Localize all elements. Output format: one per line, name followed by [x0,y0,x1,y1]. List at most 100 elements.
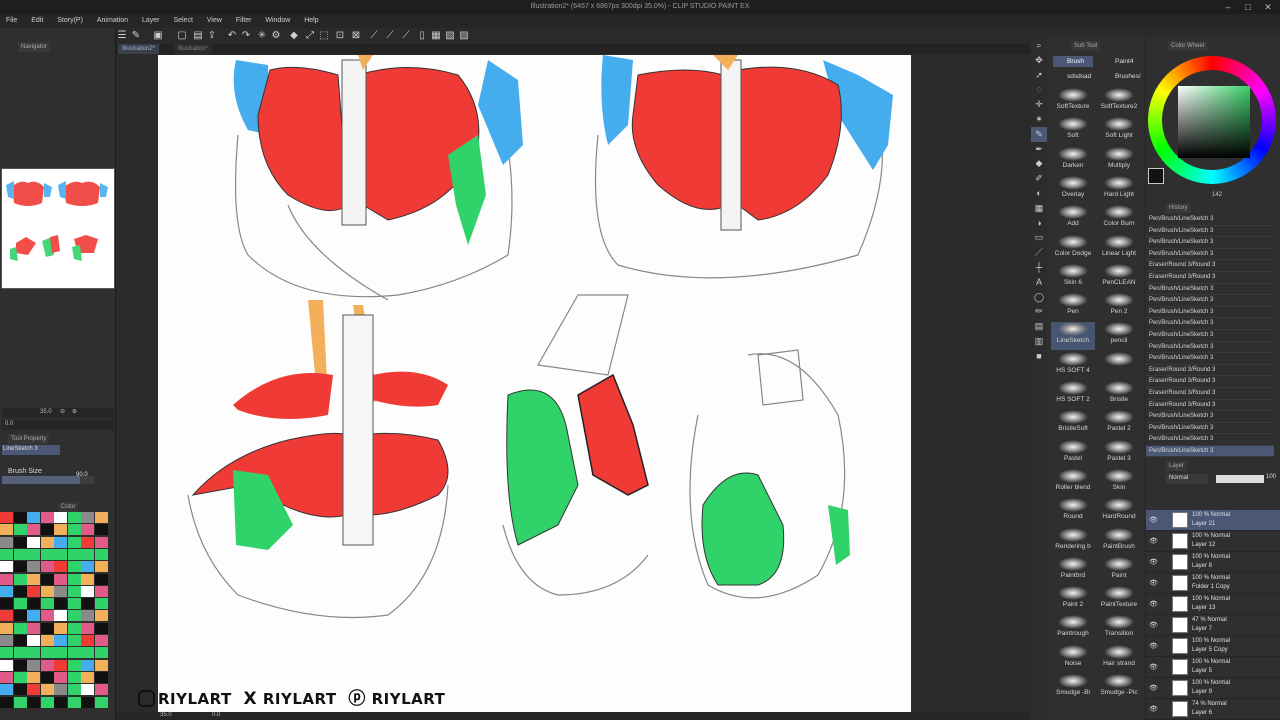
maximize-button[interactable]: □ [1242,1,1254,13]
brush-item[interactable]: Pastel 2 [1097,410,1141,438]
eye-icon[interactable]: 👁 [1149,537,1158,545]
menu-animation[interactable]: Animation [91,14,134,27]
color-set-swatches[interactable] [0,512,110,712]
brush-item[interactable]: PaintTexture [1097,586,1141,614]
layer-row[interactable]: 👁 47 % Normal Layer 7 [1146,615,1280,636]
grid-icon[interactable]: ▦ [430,30,442,42]
color-swatch[interactable] [40,635,54,646]
color-swatch[interactable] [40,536,54,548]
history-item[interactable]: Pen/Brush/LineSketch 3 [1146,341,1274,354]
color-swatch[interactable] [94,524,108,536]
color-swatch[interactable] [13,635,27,646]
brush-item[interactable]: Soft Light [1097,117,1141,145]
color-swatch[interactable] [94,684,108,696]
color-swatch[interactable] [81,659,94,671]
color-swatch[interactable] [67,598,81,610]
color-swatch[interactable] [67,671,81,683]
color-swatch[interactable] [0,585,13,597]
color-swatch[interactable] [54,610,67,622]
brush-item[interactable] [1097,351,1141,380]
saturation-value-square[interactable] [1178,86,1250,158]
color-swatch[interactable] [94,635,108,646]
color-swatch[interactable] [94,548,108,560]
history-item[interactable]: Pen/Brush/LineSketch 3 [1146,422,1274,435]
color-swatch[interactable] [13,647,27,659]
color-swatch[interactable] [13,585,27,597]
fill-icon[interactable]: ◆ [288,30,300,42]
pen-tool-icon[interactable]: ✎ [130,30,142,42]
color-swatch[interactable] [54,598,67,610]
history-item[interactable]: Eraser/Round 3/Round 3 [1146,387,1274,400]
brush-item[interactable]: SoftTexture2 [1097,88,1141,116]
color-swatch[interactable] [67,585,81,597]
brush-item[interactable]: Add [1051,205,1095,233]
brush-item[interactable]: Color Burn [1097,205,1141,233]
color-swatch[interactable] [27,635,40,646]
undo-icon[interactable]: ↶ [226,30,238,42]
brush-item[interactable]: Roller blend [1051,468,1095,497]
page-icon[interactable]: ▯ [416,30,428,42]
color-swatch[interactable] [40,684,54,696]
figure-tool-icon[interactable]: ▭ [1031,230,1047,245]
color-swatch[interactable] [54,512,67,523]
color-swatch[interactable] [40,696,54,708]
color-swatch[interactable] [81,512,94,523]
brush-item[interactable]: Pastel [1051,439,1095,468]
color-swatch[interactable] [54,573,67,585]
history-item[interactable]: Eraser/Round 3/Round 3 [1146,399,1274,412]
history-item[interactable]: Pen/Brush/LineSketch 3 [1146,225,1274,238]
color-swatch[interactable] [54,659,67,671]
color-swatch[interactable] [0,684,13,696]
color-swatch[interactable] [54,536,67,548]
blend-tool-icon[interactable]: ◐ [1031,186,1047,201]
color-swatch[interactable] [0,610,13,622]
menu-story[interactable]: Story(P) [51,14,89,27]
brush-item[interactable]: BristleSoft [1051,410,1095,438]
color-swatch[interactable] [94,512,108,523]
history-item[interactable]: Pen/Brush/LineSketch 3 [1146,434,1274,446]
color-swatch[interactable] [81,696,94,708]
color-swatch[interactable] [54,622,67,634]
select-all-icon[interactable]: ⬚ [318,30,330,42]
color-swatch[interactable] [40,610,54,622]
brush-item[interactable]: Pen [1051,293,1095,321]
color-swatch[interactable] [13,622,27,634]
color-swatch[interactable] [54,696,67,708]
eye-icon[interactable]: 👁 [1149,642,1158,650]
color-swatch[interactable] [27,622,40,634]
color-swatch[interactable] [0,622,13,634]
export-icon[interactable]: ⇪ [206,30,218,42]
crop-icon[interactable]: ⊠ [350,30,362,42]
layer-tab[interactable]: Layer [1166,461,1188,471]
tab-brush[interactable]: Brush [1053,56,1093,67]
ruler-tool-icon[interactable]: ┼ [1031,260,1047,275]
frame-tool-icon[interactable]: ▥ [1031,334,1047,349]
color-swatch[interactable] [13,548,27,560]
eye-icon[interactable]: 👁 [1149,579,1158,587]
layer-tool-icon[interactable]: ▤ [1031,319,1047,334]
color-swatch[interactable] [0,536,13,548]
color-swatch[interactable] [40,561,54,573]
color-swatch[interactable] [67,548,81,560]
color-swatch[interactable] [0,548,13,560]
color-swatch[interactable] [13,684,27,696]
color-swatch[interactable] [40,548,54,560]
blend-mode-select[interactable]: Normal [1166,474,1208,484]
color-swatch[interactable] [81,647,94,659]
color-swatch[interactable] [54,647,67,659]
menu-file[interactable]: File [0,14,23,27]
layer-row[interactable]: 👁 100 % Normal Layer 21 [1146,510,1280,531]
color-swatch[interactable] [67,659,81,671]
navigator-preview[interactable] [1,168,115,289]
brush-item[interactable]: Paint [1097,556,1141,585]
color-swatch[interactable] [13,610,27,622]
history-item[interactable]: Eraser/Round 3/Round 3 [1146,271,1274,284]
menu-help[interactable]: Help [298,14,324,27]
brush-item[interactable]: LineSketch [1051,322,1095,351]
history-item[interactable]: Eraser/Round 3/Round 3 [1146,376,1274,388]
color-swatch[interactable] [13,598,27,610]
wand-tool-icon[interactable]: ✶ [1031,112,1047,127]
color-swatch[interactable] [27,659,40,671]
layer-row[interactable]: 👁 74 % Normal Layer 6 [1146,699,1280,720]
color-swatch[interactable] [13,536,27,548]
